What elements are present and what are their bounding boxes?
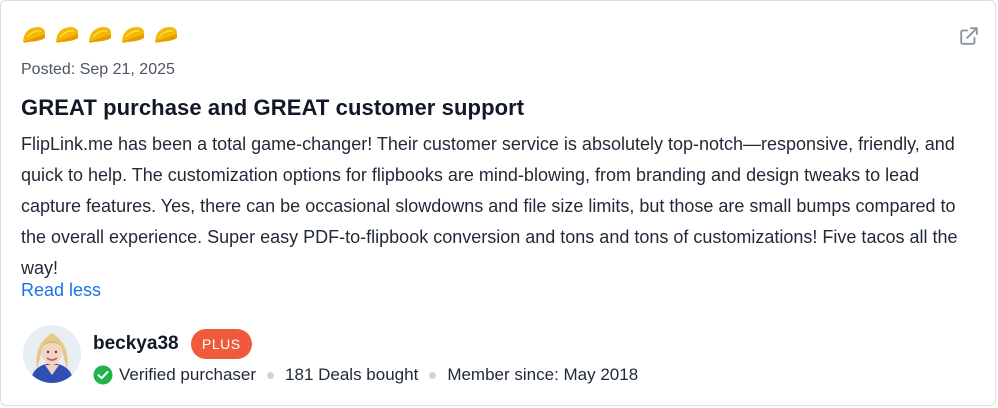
review-body: FlipLink.me has been a total game-change… [21,134,958,278]
taco-icon [155,27,177,43]
posted-date: Posted: Sep 21, 2025 [21,61,175,78]
verified-purchaser-label: Verified purchaser [119,365,257,384]
plus-badge: PLUS [191,329,252,359]
review-title: GREAT purchase and GREAT customer suppor… [21,95,525,120]
separator-dot [429,371,437,379]
taco-icon [89,27,111,43]
external-link-icon[interactable] [958,25,980,47]
reviewer-meta: Verified purchaser 181 Deals bought Memb… [93,365,638,385]
review-card: Posted: Sep 21, 2025 GREAT purchase and … [0,0,996,406]
member-since: Member since: May 2018 [447,365,639,384]
separator-dot [267,371,275,379]
deals-bought-count: 181 Deals bought [285,365,419,384]
taco-rating [21,25,179,45]
taco-icon [23,27,45,43]
verified-check-icon [93,365,113,385]
read-less-link[interactable]: Read less [21,280,101,301]
taco-icon [122,27,144,43]
reviewer-username[interactable]: beckya38 [93,333,179,355]
taco-icon [56,27,78,43]
avatar [23,325,81,383]
